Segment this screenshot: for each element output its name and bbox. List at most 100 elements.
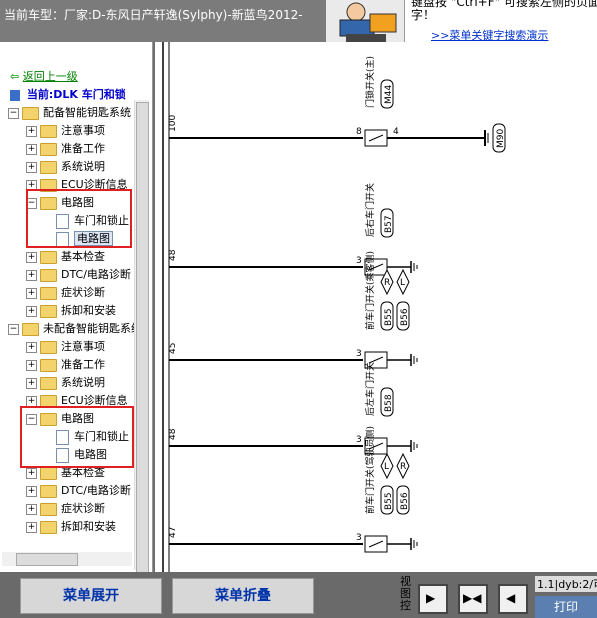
page-status: 1.1|dyb:2/可 (535, 576, 597, 592)
expand-icon[interactable]: + (26, 377, 37, 389)
view-expand-left-button[interactable]: ◀ (498, 584, 528, 614)
connector-label: M44 (384, 85, 394, 104)
search-hint: 键盘按 "Ctrl+F" 可搜索左侧的页面字！ >>菜单关键字搜索演示 (404, 0, 597, 42)
tree-item-label: 注意事项 (61, 340, 105, 353)
folder-icon (22, 322, 39, 336)
switch-label: 门锁开关(主) (364, 56, 376, 108)
tree-item-label: 配备智能钥匙系统 (43, 106, 131, 119)
tree-folder-item[interactable]: + 拆卸和安装 (26, 518, 116, 535)
pin-number: 3 (356, 349, 362, 359)
wire-number: 48 (168, 428, 178, 440)
tree-folder-item[interactable]: + 症状诊断 (26, 284, 105, 301)
folder-icon (40, 502, 57, 516)
menu-expand-button[interactable]: 菜单展开 (20, 578, 162, 614)
collapse-icon[interactable]: − (8, 323, 19, 335)
tree-folder-item[interactable]: + 基本检查 (26, 248, 105, 265)
arrow-left-icon: ◀ (506, 591, 516, 605)
top-bar: 当前车型：厂家:D-东风日产轩逸(Sylphy)-新蓝鸟2012- 键盘按 "C… (0, 0, 597, 42)
expand-icon[interactable]: + (26, 341, 37, 353)
sidebar-vertical-scrollbar[interactable] (134, 100, 149, 574)
expand-icon[interactable]: + (26, 395, 37, 407)
folder-icon (40, 340, 57, 354)
wire-number: 45 (168, 343, 178, 354)
switch-label: 前车门开关(驾驶员侧) (364, 426, 376, 514)
wiring-diagram: 100 8门锁开关(主) M444 M9048 3后右车门开关 B5745 3前车门开关(乘… (162, 42, 506, 572)
side-label: L (400, 278, 405, 288)
expand-icon[interactable]: + (26, 521, 37, 533)
tree-item-label: DTC/电路诊断 (61, 484, 131, 497)
pin-number: 3 (356, 256, 362, 266)
view-expand-right-button[interactable]: ▶ (418, 584, 448, 614)
tree-folder-item[interactable]: + 准备工作 (26, 140, 105, 157)
expand-icon[interactable]: + (26, 269, 37, 281)
tree-item-label: 基本检查 (61, 250, 105, 263)
tree-item-label: 未配备智能钥匙系统 (43, 322, 142, 335)
pin-number: 3 (356, 435, 362, 445)
folder-icon (40, 484, 57, 498)
tree-folder-item[interactable]: − 未配备智能钥匙系统 (8, 320, 142, 337)
tree-folder-item[interactable]: + 症状诊断 (26, 500, 105, 517)
tree-folder-item[interactable]: + 系统说明 (26, 158, 105, 175)
scrollbar-thumb[interactable] (136, 102, 149, 574)
view-split-button[interactable]: ▶◀ (458, 584, 488, 614)
tree-item-label: 拆卸和安装 (61, 304, 116, 317)
vehicle-title: 当前车型：厂家:D-东风日产轩逸(Sylphy)-新蓝鸟2012- (4, 8, 303, 22)
tree-folder-item[interactable]: + 拆卸和安装 (26, 302, 116, 319)
tree-item-label: 准备工作 (61, 142, 105, 155)
folder-icon (40, 304, 57, 318)
menu-collapse-button[interactable]: 菜单折叠 (172, 578, 314, 614)
tree-folder-item[interactable]: − 配备智能钥匙系统 (8, 104, 131, 121)
expand-icon[interactable]: + (26, 503, 37, 515)
switch-label: 前车门开关(乘客侧) (364, 251, 376, 330)
tree-folder-item[interactable]: + 注意事项 (26, 338, 105, 355)
folder-icon (22, 106, 39, 120)
folder-icon (40, 520, 57, 534)
pin-number: 4 (393, 127, 399, 137)
tree-folder-item[interactable]: + 准备工作 (26, 356, 105, 373)
expand-icon[interactable]: + (26, 161, 37, 173)
diagram-panel: 100 8 门锁开关(主) M44 4 M90 48 3 后右车门开关 B57 45 3 前车门开关(乘… (155, 42, 597, 572)
tree-folder-item[interactable]: + 系统说明 (26, 374, 105, 391)
tree-item-label: 拆卸和安装 (61, 520, 116, 533)
wire-number: 48 (168, 249, 178, 261)
tree-item-label: 症状诊断 (61, 286, 105, 299)
expand-icon[interactable]: + (26, 359, 37, 371)
connector-label: B57 (384, 215, 394, 233)
bottom-toolbar: 菜单展开 菜单折叠 视图控 ▶ ▶◀ ◀ 1.1|dyb:2/可 打印 (0, 572, 597, 618)
expand-icon[interactable]: + (26, 467, 37, 479)
folder-icon (40, 376, 57, 390)
folder-icon (40, 466, 57, 480)
back-link[interactable]: ⇦ 返回上一级 (10, 68, 78, 84)
book-icon (10, 89, 20, 101)
expand-icon[interactable]: + (26, 485, 37, 497)
expand-icon[interactable]: + (26, 125, 37, 137)
wire-number: 100 (168, 115, 178, 132)
folder-icon (40, 250, 57, 264)
sidebar-horizontal-scrollbar[interactable] (2, 552, 132, 566)
side-label: R (400, 462, 406, 472)
tree-folder-item[interactable]: + 注意事项 (26, 122, 105, 139)
expand-icon[interactable]: + (26, 287, 37, 299)
current-label: 当前:DLK 车门和锁 (26, 88, 126, 101)
expand-icon[interactable]: + (26, 143, 37, 155)
folder-icon (40, 358, 57, 372)
tree-item-label: 症状诊断 (61, 502, 105, 515)
tree-item-label: 系统说明 (61, 376, 105, 389)
expand-icon[interactable]: + (26, 305, 37, 317)
collapse-icon[interactable]: − (8, 107, 19, 119)
ground-connector-label: M90 (496, 129, 506, 148)
folder-icon (40, 124, 57, 138)
search-demo-link[interactable]: >>菜单关键字搜索演示 (431, 27, 548, 43)
view-control-label: 视图控 (400, 575, 411, 612)
expand-icon[interactable]: + (26, 251, 37, 263)
pin-number: 3 (356, 533, 362, 543)
back-label: 返回上一级 (22, 70, 78, 83)
tree-folder-item[interactable]: + DTC/电路诊断 (26, 266, 131, 283)
highlight-box-2 (20, 406, 134, 468)
back-arrow-icon: ⇦ (10, 70, 20, 83)
tree-folder-item[interactable]: + DTC/电路诊断 (26, 482, 131, 499)
arrow-right-icon: ▶ (426, 591, 436, 605)
folder-icon (40, 286, 57, 300)
hscrollbar-thumb[interactable] (16, 553, 78, 566)
print-button[interactable]: 打印 (535, 596, 597, 618)
